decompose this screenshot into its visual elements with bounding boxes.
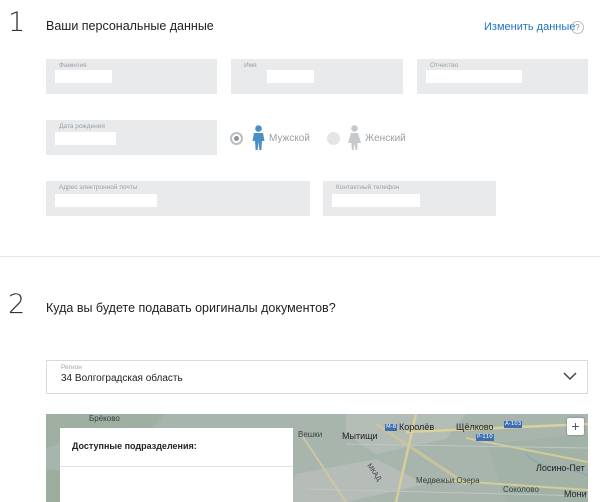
surname-label: Фамилия: [59, 62, 87, 69]
name-label: Имя: [244, 62, 257, 69]
zoom-in-button[interactable]: +: [567, 418, 584, 435]
region-label: Регион: [61, 364, 82, 371]
birthdate-field[interactable]: Дата рождения: [46, 120, 217, 155]
chevron-down-icon[interactable]: [563, 372, 577, 381]
surname-field[interactable]: Фамилия: [46, 59, 217, 94]
female-icon: [348, 125, 361, 150]
male-icon: [252, 125, 265, 150]
map-place-korolev: Королёв: [399, 422, 435, 432]
help-icon[interactable]: ?: [571, 21, 584, 34]
patronymic-value[interactable]: [426, 70, 522, 83]
email-value[interactable]: [55, 194, 157, 207]
map-place-losino: Лосино-Пет: [536, 463, 585, 473]
edit-data-link[interactable]: Изменить данные: [484, 21, 575, 33]
submission-place-title: Куда вы будете подавать оригиналы докуме…: [46, 301, 336, 315]
male-label: Мужской: [269, 132, 310, 144]
surname-value[interactable]: [55, 70, 112, 83]
map-place-medvezhi: Медвежьи Озера: [416, 476, 480, 485]
step-number-1: 1: [8, 7, 26, 38]
email-label: Адрес электронной почты: [59, 184, 138, 191]
map-route-r110: Р-110: [476, 434, 494, 441]
units-panel-separator: [60, 466, 293, 467]
phone-value[interactable]: [332, 194, 420, 207]
available-units-title: Доступные подразделения:: [72, 441, 197, 451]
female-radio[interactable]: [327, 131, 340, 145]
phone-label: Контактный телефон: [336, 184, 400, 191]
phone-field[interactable]: Контактный телефон: [323, 181, 496, 216]
birthdate-value[interactable]: [55, 132, 116, 145]
map-place-mytishchi: Мытищи: [342, 431, 378, 441]
map-place-veshki: Вешки: [298, 430, 323, 439]
name-value[interactable]: [267, 70, 314, 83]
map-view[interactable]: Брёково Вешки Мытищи М-8 Королёв Щёлково…: [46, 414, 588, 502]
map-place-brekovo: Брёково: [89, 414, 120, 423]
patronymic-field[interactable]: Отчество: [417, 59, 588, 94]
region-value: 34 Волгоградская область: [61, 373, 183, 384]
map-place-sokolovo: Соколово: [503, 485, 539, 494]
map-place-shchelkovo: Щёлково: [456, 422, 494, 432]
map-place-moni: Мони: [564, 489, 587, 499]
region-select[interactable]: Регион 34 Волгоградская область: [46, 360, 588, 394]
name-field[interactable]: Имя: [231, 59, 403, 94]
map-route-a103: А-103: [504, 421, 523, 428]
birthdate-label: Дата рождения: [59, 123, 105, 130]
section-divider: [0, 256, 600, 257]
email-field[interactable]: Адрес электронной почты: [46, 181, 310, 216]
available-units-panel: Доступные подразделения:: [60, 428, 293, 502]
step-number-2: 2: [8, 289, 26, 320]
map-route-m8: М-8: [385, 424, 398, 431]
gender-option-male[interactable]: Мужской: [230, 125, 310, 151]
gender-option-female[interactable]: Женский: [327, 125, 406, 151]
male-radio[interactable]: [230, 131, 243, 145]
personal-data-title: Ваши персональные данные: [46, 19, 214, 33]
patronymic-label: Отчество: [430, 62, 459, 69]
female-label: Женский: [365, 132, 406, 144]
